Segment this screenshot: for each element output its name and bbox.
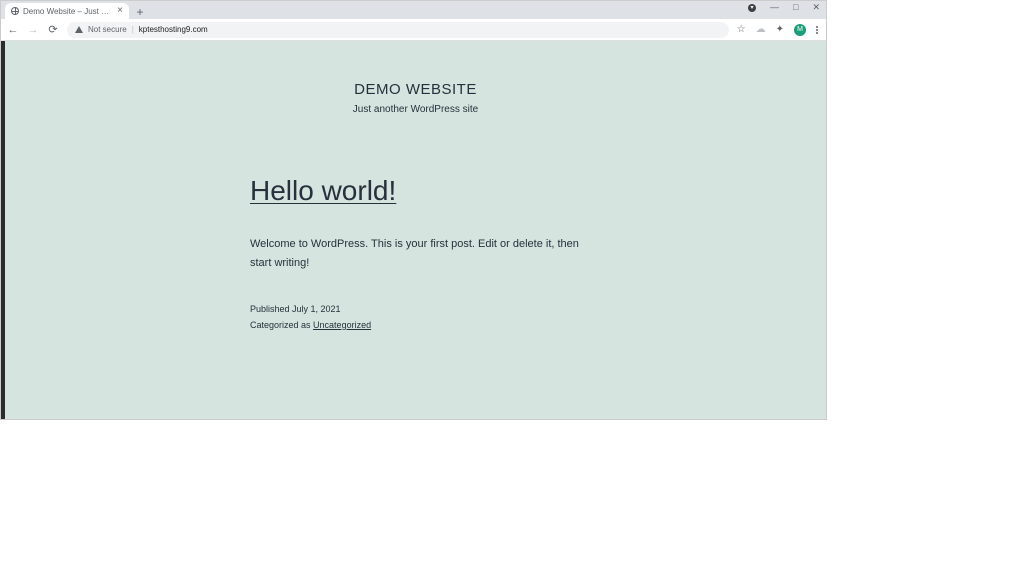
cloud-icon[interactable]: ☁ — [756, 24, 766, 35]
post-body: Welcome to WordPress. This is your first… — [250, 235, 590, 272]
titlebar: Demo Website – Just another Wo × + ▾ — □… — [1, 1, 826, 19]
categorized-line: Categorized as Uncategorized — [250, 318, 590, 333]
address-bar[interactable]: Not secure | kptesthosting9.com — [67, 22, 729, 38]
profile-avatar[interactable]: M — [794, 24, 806, 36]
page-content: DEMO WEBSITE Just another WordPress site… — [5, 41, 826, 419]
minimize-button[interactable]: — — [770, 3, 779, 12]
post-meta: Published July 1, 2021 Categorized as Un… — [250, 302, 590, 333]
close-tab-icon[interactable]: × — [117, 6, 123, 16]
post: Hello world! Welcome to WordPress. This … — [250, 175, 590, 333]
viewport: DEMO WEBSITE Just another WordPress site… — [1, 41, 826, 419]
tab-title: Demo Website – Just another Wo — [23, 7, 113, 16]
close-window-button[interactable]: ✕ — [812, 3, 820, 12]
warning-icon — [75, 26, 83, 33]
new-tab-button[interactable]: + — [133, 5, 147, 19]
post-title-link[interactable]: Hello world! — [250, 175, 590, 207]
categorized-label: Categorized as — [250, 320, 313, 330]
category-link[interactable]: Uncategorized — [313, 320, 371, 330]
security-status: Not secure — [88, 25, 127, 34]
addr-divider: | — [132, 25, 134, 34]
window-controls: ▾ — □ ✕ — [748, 3, 820, 12]
browser-window: Demo Website – Just another Wo × + ▾ — □… — [0, 0, 827, 420]
tab-strip: Demo Website – Just another Wo × + — [1, 1, 147, 19]
site-header: DEMO WEBSITE Just another WordPress site — [5, 41, 826, 115]
toolbar: ← → ⟳ Not secure | kptesthosting9.com ☆ … — [1, 19, 826, 41]
published-date: July 1, 2021 — [292, 304, 341, 314]
browser-tab[interactable]: Demo Website – Just another Wo × — [5, 3, 129, 19]
toolbar-right: ☆ ☁ ✦ M — [737, 24, 820, 36]
maximize-button[interactable]: □ — [793, 3, 798, 12]
url-text: kptesthosting9.com — [139, 25, 208, 34]
extensions-icon[interactable]: ✦ — [776, 24, 784, 35]
published-line: Published July 1, 2021 — [250, 302, 590, 317]
kebab-menu-icon[interactable] — [816, 26, 818, 34]
back-button[interactable]: ← — [7, 24, 19, 36]
published-label: Published — [250, 304, 292, 314]
bookmark-star-icon[interactable]: ☆ — [737, 24, 746, 35]
site-tagline: Just another WordPress site — [5, 104, 826, 115]
globe-icon — [11, 7, 19, 15]
tab-search-icon[interactable]: ▾ — [748, 4, 756, 12]
forward-button[interactable]: → — [27, 24, 39, 36]
site-title[interactable]: DEMO WEBSITE — [5, 81, 826, 98]
reload-button[interactable]: ⟳ — [47, 23, 59, 36]
